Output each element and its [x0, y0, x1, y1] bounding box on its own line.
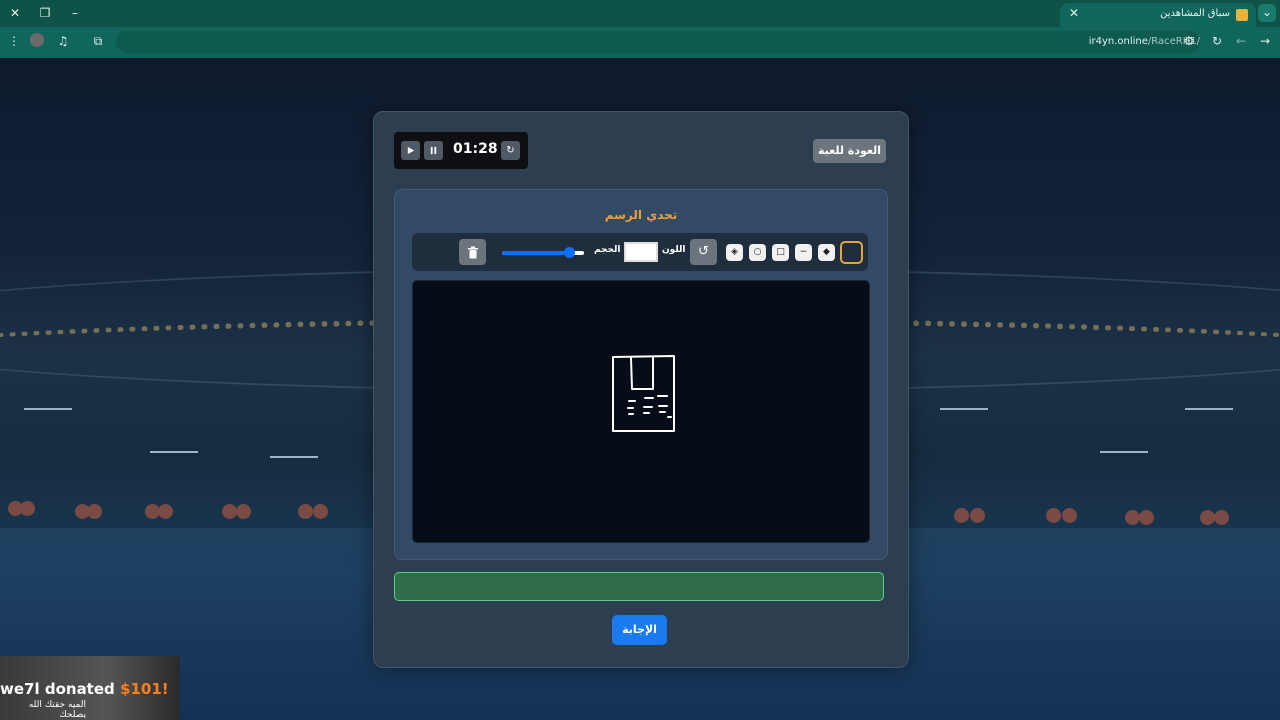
game-card: 01:28 ↻ العودة للعبة تحدي الرسم الحجم ال…	[373, 111, 909, 668]
seat	[1200, 510, 1215, 525]
seat	[970, 508, 985, 523]
back-to-game-button[interactable]: العودة للعبة	[813, 139, 886, 163]
seat	[20, 501, 35, 516]
seat	[1062, 508, 1077, 523]
seat	[954, 508, 969, 523]
line-icon: −	[799, 247, 808, 257]
undo-icon: ↺	[698, 244, 709, 259]
seat	[87, 504, 102, 519]
user-drawing	[612, 355, 675, 432]
seat	[158, 504, 173, 519]
color-label: اللون	[662, 245, 686, 255]
light-bar	[1100, 451, 1148, 453]
square-icon: □	[776, 247, 785, 257]
close-window-icon[interactable]: ✕	[6, 5, 24, 23]
browser-tab-strip: ✕ ❐ – + ✕ سباق المشاهدين ⌄	[0, 0, 1280, 27]
light-bar	[1185, 408, 1233, 410]
url-host: ir4yn.online	[1088, 36, 1148, 47]
tab-title: سباق المشاهدين	[1160, 8, 1230, 19]
play-icon	[407, 146, 415, 154]
clear-canvas-button[interactable]	[459, 239, 486, 265]
tab-favicon-icon	[1236, 9, 1248, 21]
donation-verb: donated	[44, 680, 115, 698]
light-bar	[150, 451, 198, 453]
extensions-icon[interactable]: ⧉	[89, 33, 107, 51]
seat	[1125, 510, 1140, 525]
seat	[1139, 510, 1154, 525]
profile-avatar[interactable]	[30, 33, 44, 47]
light-bar	[270, 456, 318, 458]
seat	[1214, 510, 1229, 525]
size-slider[interactable]	[502, 247, 584, 258]
reset-icon: ↻	[506, 145, 515, 156]
donation-message: الميه حقتك الله يصلحك	[28, 700, 86, 720]
tab-close-icon[interactable]: ✕	[1066, 6, 1082, 20]
paint-bucket-icon: ◈	[731, 247, 738, 257]
pen-tool-button[interactable]	[840, 241, 863, 264]
answer-input[interactable]	[395, 573, 883, 600]
light-bar	[24, 408, 72, 410]
undo-button[interactable]: ↺	[690, 239, 717, 265]
size-slider-thumb[interactable]	[564, 247, 576, 258]
tab-search-icon[interactable]: ⌄	[1258, 4, 1276, 22]
pause-icon	[430, 146, 437, 154]
seat	[222, 504, 237, 519]
address-bar[interactable]	[116, 31, 1200, 53]
fill-tool-button[interactable]: ◈	[726, 244, 743, 261]
eraser-icon: ◆	[823, 247, 830, 257]
answer-field[interactable]	[394, 572, 884, 601]
drawing-canvas[interactable]	[412, 280, 870, 543]
play-button[interactable]	[401, 141, 420, 160]
forward-arrow-icon[interactable]: →	[1256, 33, 1274, 51]
seat	[298, 504, 313, 519]
media-control-icon[interactable]: ♫	[54, 33, 72, 51]
timer-widget: 01:28 ↻	[394, 132, 528, 169]
drawing-challenge-panel: تحدي الرسم الحجم اللون ↺ ◈ ○ □ − ◆	[394, 189, 888, 560]
donation-alert: we7l donated $101! الميه حقتك الله يصلحك	[0, 656, 180, 720]
seat	[236, 504, 251, 519]
eraser-tool-button[interactable]: ◆	[818, 244, 835, 261]
seat	[313, 504, 328, 519]
size-slider-fill	[502, 251, 570, 255]
challenge-title: تحدي الرسم	[604, 208, 678, 222]
circle-tool-button[interactable]: ○	[749, 244, 766, 261]
timer-display: 01:28	[453, 141, 498, 157]
donation-amount: $101!	[120, 680, 169, 698]
color-picker[interactable]	[624, 242, 658, 262]
pause-button[interactable]	[424, 141, 443, 160]
light-bar	[940, 408, 988, 410]
reset-timer-button[interactable]: ↻	[501, 141, 520, 160]
donation-headline: we7l donated $101!	[0, 680, 169, 698]
size-label: الحجم	[594, 245, 621, 255]
trash-icon	[467, 246, 478, 259]
back-arrow-icon[interactable]: ←	[1232, 33, 1250, 51]
circle-icon: ○	[753, 247, 762, 257]
drawing-toolbar: الحجم اللون ↺ ◈ ○ □ − ◆	[412, 233, 868, 271]
line-tool-button[interactable]: −	[795, 244, 812, 261]
restore-window-icon[interactable]: ❐	[36, 5, 54, 23]
site-settings-icon[interactable]: ⚙	[1180, 33, 1198, 51]
minimize-window-icon[interactable]: –	[66, 5, 84, 23]
browser-tab[interactable]: ✕ سباق المشاهدين	[1060, 3, 1256, 27]
donor-name: we7l	[0, 680, 40, 698]
reload-icon[interactable]: ↻	[1208, 33, 1226, 51]
menu-icon[interactable]: ⋮	[5, 33, 23, 51]
submit-answer-button[interactable]: الإجابة	[612, 615, 667, 645]
seat	[1046, 508, 1061, 523]
rectangle-tool-button[interactable]: □	[772, 244, 789, 261]
